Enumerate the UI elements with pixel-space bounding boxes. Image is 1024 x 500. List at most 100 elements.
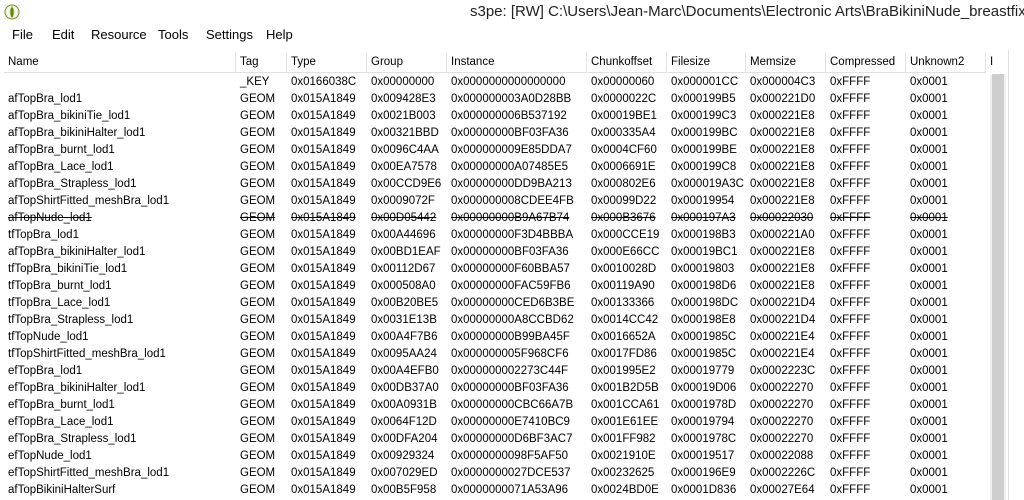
- cell-chunkoffset: 0x0016652A: [591, 331, 656, 343]
- table-row[interactable]: efTopBra_Strapless_lod1 GEOM 0x015A1849 0x0…: [4, 431, 986, 448]
- column-header-name[interactable]: Name: [4, 52, 236, 72]
- cell-type: 0x015A1849: [291, 229, 356, 241]
- cell-instance: 0x000000005F968CF6: [451, 348, 569, 360]
- cell-filesize: 0x00019517: [671, 450, 735, 462]
- cell-compressed: 0xFFFF: [830, 399, 871, 411]
- cell-instance: 0x000000009E85DDA7: [451, 144, 572, 156]
- cell-filesize: 0x0001985C: [671, 348, 737, 360]
- table-row[interactable]: efTopBra_lod1 GEOM 0x015A1849 0x00A4EFB0 0x0…: [4, 363, 986, 380]
- table-row[interactable]: afTopBra_bikiniTie_lod1 GEOM 0x015A1849 0x0…: [4, 108, 986, 125]
- cell-memsize: 0x00022030: [750, 212, 814, 224]
- scrollbar-thumb[interactable]: [992, 74, 1004, 500]
- cell-group: 0x00CCD9E6: [371, 178, 442, 190]
- table-row[interactable]: afTopBra_lod1 GEOM 0x015A1849 0x009428E3 0x0…: [4, 91, 986, 108]
- cell-compressed: 0xFFFF: [830, 110, 871, 122]
- cell-name: afTopBra_Strapless_lod1: [8, 178, 137, 190]
- cell-group: 0x00D05442: [371, 212, 437, 224]
- table-row[interactable]: afTopBra_bikiniHalter_lod1 GEOM 0x015A1849…: [4, 244, 986, 261]
- column-header-instance[interactable]: Instance: [447, 52, 587, 72]
- table-row[interactable]: afTopBra_Lace_lod1 GEOM 0x015A1849 0x00EA75…: [4, 159, 986, 176]
- cell-memsize: 0x000221E8: [750, 144, 815, 156]
- cell-type: 0x015A1849: [291, 365, 356, 377]
- cell-name: afTopBikiniHalterSurf: [8, 484, 116, 496]
- table-row[interactable]: tfTopBra_Lace_lod1 GEOM 0x015A1849 0x00B20B…: [4, 295, 986, 312]
- cell-filesize: 0x000198B3: [671, 229, 736, 241]
- vertical-scrollbar[interactable]: [990, 74, 1006, 500]
- cell-name: tfTopBra_bikiniTie_lod1: [8, 263, 128, 275]
- table-row[interactable]: tfTopBra_Strapless_lod1 GEOM 0x015A1849 0x0…: [4, 312, 986, 329]
- cell-type: 0x015A1849: [291, 297, 356, 309]
- cell-type: 0x015A1849: [291, 467, 356, 479]
- cell-tag: GEOM: [240, 416, 276, 428]
- cell-filesize: 0x000199B5: [671, 93, 736, 105]
- menu-help[interactable]: Help: [266, 27, 293, 42]
- table-row[interactable]: tfTopNude_lod1 GEOM 0x015A1849 0x00A4F7B6 0x…: [4, 329, 986, 346]
- column-header-compressed[interactable]: Compressed: [826, 52, 906, 72]
- cell-memsize: 0x0002223C: [750, 365, 816, 377]
- cell-group: 0x00A4F7B6: [371, 331, 438, 343]
- cell-group: 0x000508A0: [371, 280, 436, 292]
- cell-instance: 0x00000000F3D4BBBA: [451, 229, 574, 241]
- column-header-group[interactable]: Group: [367, 52, 447, 72]
- column-header-memsize[interactable]: Memsize: [746, 52, 826, 72]
- table-row[interactable]: afTopBra_Strapless_lod1 GEOM 0x015A1849 0x0…: [4, 176, 986, 193]
- cell-unknown2: 0x0001: [910, 331, 948, 343]
- table-row[interactable]: tfTopBra_bikiniTie_lod1 GEOM 0x015A1849 0x0…: [4, 261, 986, 278]
- cell-group: 0x00000000: [371, 76, 435, 88]
- column-header-type[interactable]: Type: [287, 52, 367, 72]
- column-header-next[interactable]: I: [986, 52, 996, 72]
- s3pe-app-icon[interactable]: [4, 4, 20, 20]
- cell-group: 0x00B5F958: [371, 484, 437, 496]
- cell-tag: GEOM: [240, 331, 276, 343]
- column-header-unknown2[interactable]: Unknown2: [906, 52, 986, 72]
- cell-chunkoffset: 0x0004CF60: [591, 144, 657, 156]
- menu-resource[interactable]: Resource: [91, 27, 147, 42]
- table-row[interactable]: efTopBra_bikiniHalter_lod1 GEOM 0x015A1849…: [4, 380, 986, 397]
- menu-tools[interactable]: Tools: [158, 27, 188, 42]
- resource-list[interactable]: Name Tag Type Group Instance Chunkoffset…: [0, 50, 1024, 500]
- cell-filesize: 0x000197A3: [671, 212, 736, 224]
- menu-file[interactable]: File: [12, 27, 33, 42]
- cell-instance: 0x00000000DD9BA213: [451, 178, 572, 190]
- cell-unknown2: 0x0001: [910, 127, 948, 139]
- table-row[interactable]: afTopBra_burnt_lod1 GEOM 0x015A1849 0x0096C…: [4, 142, 986, 159]
- cell-filesize: 0x00019BC1: [671, 246, 738, 258]
- table-row[interactable]: afTopShirtFitted_meshBra_lod1 GEOM 0x015A1…: [4, 193, 986, 210]
- table-row[interactable]: afTopBikiniHalterSurf GEOM 0x015A1849 0x00B…: [4, 482, 986, 499]
- table-row[interactable]: tfTopBra_burnt_lod1 GEOM 0x015A1849 0x00050…: [4, 278, 986, 295]
- table-row[interactable]: afTopBra_bikiniHalter_lod1 GEOM 0x015A1849…: [4, 125, 986, 142]
- cell-unknown2: 0x0001: [910, 348, 948, 360]
- cell-chunkoffset: 0x00099D22: [591, 195, 657, 207]
- cell-type: 0x015A1849: [291, 348, 356, 360]
- table-row[interactable]: _KEY 0x0166038C 0x00000000 0x00000000000000…: [4, 74, 986, 91]
- table-row[interactable]: efTopBra_Lace_lod1 GEOM 0x015A1849 0x0064F1…: [4, 414, 986, 431]
- cell-filesize: 0x00019794: [671, 416, 735, 428]
- cell-chunkoffset: 0x00133366: [591, 297, 655, 309]
- cell-filesize: 0x000198D6: [671, 280, 737, 292]
- cell-instance: 0x000000002273C44F: [451, 365, 569, 377]
- cell-name: efTopBra_bikiniHalter_lod1: [8, 382, 146, 394]
- cell-memsize: 0x00022088: [750, 450, 814, 462]
- table-row[interactable]: efTopBra_burnt_lod1 GEOM 0x015A1849 0x00A09…: [4, 397, 986, 414]
- column-header-filesize[interactable]: Filesize: [667, 52, 746, 72]
- table-row[interactable]: efTopNude_lod1 GEOM 0x015A1849 0x00929324 0x…: [4, 448, 986, 465]
- table-row[interactable]: efTopShirtFitted_meshBra_lod1 GEOM 0x015A1…: [4, 465, 986, 482]
- cell-compressed: 0xFFFF: [830, 144, 871, 156]
- cell-instance: 0x00000000D6BF3AC7: [451, 433, 573, 445]
- cell-chunkoffset: 0x000E66CC: [591, 246, 660, 258]
- column-header-chunkoffset[interactable]: Chunkoffset: [587, 52, 667, 72]
- table-row[interactable]: afTopNude_lod1 GEOM 0x015A1849 0x00D05442 0x…: [4, 210, 986, 227]
- cell-type: 0x0166038C: [291, 76, 357, 88]
- cell-tag: GEOM: [240, 263, 276, 275]
- cell-name: tfTopBra_Strapless_lod1: [8, 314, 134, 326]
- menu-edit[interactable]: Edit: [52, 27, 74, 42]
- cell-memsize: 0x000221A0: [750, 229, 815, 241]
- cell-unknown2: 0x0001: [910, 365, 948, 377]
- menu-settings[interactable]: Settings: [206, 27, 253, 42]
- cell-filesize: 0x00019779: [671, 365, 735, 377]
- cell-tag: GEOM: [240, 280, 276, 292]
- column-header-tag[interactable]: Tag: [236, 52, 287, 72]
- table-row[interactable]: tfTopBra_lod1 GEOM 0x015A1849 0x00A44696 0x0…: [4, 227, 986, 244]
- cell-unknown2: 0x0001: [910, 93, 948, 105]
- table-row[interactable]: tfTopShirtFitted_meshBra_lod1 GEOM 0x015A1…: [4, 346, 986, 363]
